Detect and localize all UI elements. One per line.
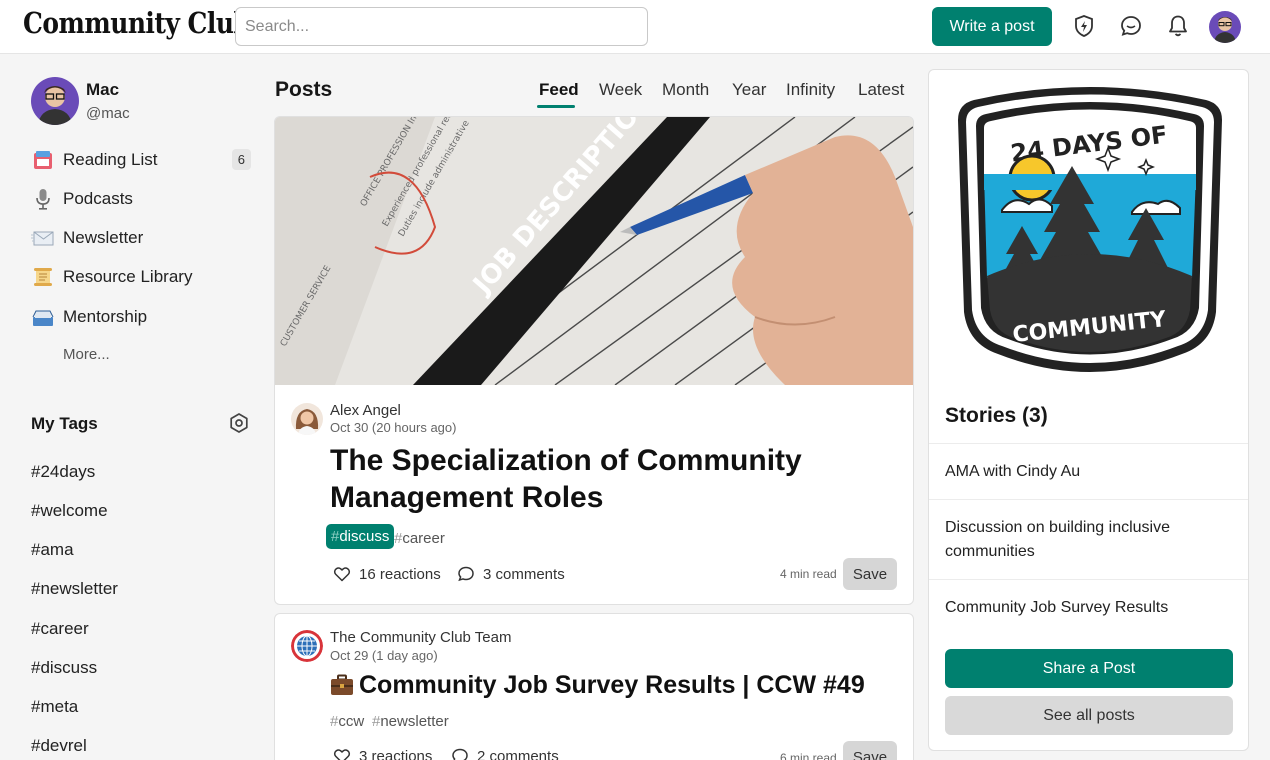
read-time: 6 min read [780, 751, 837, 760]
author-avatar[interactable] [291, 630, 323, 662]
tab-year[interactable]: Year [732, 80, 766, 100]
post-date: Oct 30 (20 hours ago) [330, 420, 457, 435]
tag-link[interactable]: #welcome [31, 501, 108, 521]
comments-button[interactable]: 2 comments [451, 747, 559, 760]
reactions-button[interactable]: 3 reactions [333, 747, 432, 760]
tag-newsletter[interactable]: #newsletter [372, 713, 449, 730]
comment-icon [458, 566, 474, 582]
comments-button[interactable]: 3 comments [457, 565, 565, 583]
sidebar-item-resource-library[interactable]: Resource Library [31, 262, 251, 292]
story-item[interactable]: Community Job Survey Results [929, 579, 1248, 639]
tag-link[interactable]: #newsletter [31, 579, 118, 599]
heart-icon [333, 749, 351, 760]
chat-icon[interactable] [1118, 13, 1144, 39]
post-card[interactable]: The Community Club Team Oct 29 (1 day ag… [274, 613, 914, 760]
profile-name[interactable]: Mac [86, 80, 119, 100]
scroll-icon [34, 268, 52, 286]
save-button[interactable]: Save [843, 741, 897, 760]
profile-handle: @mac [86, 105, 130, 122]
inbox-tray-icon [32, 310, 54, 326]
sidebar-item-newsletter[interactable]: Newsletter [31, 223, 251, 253]
tag-discuss[interactable]: #discuss [326, 524, 395, 549]
top-header: Community Club Write a post [0, 0, 1270, 54]
read-time: 4 min read [780, 567, 837, 581]
community-badge-image[interactable]: 24 DAYS OF COMMUNITY [954, 82, 1226, 382]
share-post-button[interactable]: Share a Post [945, 649, 1233, 688]
active-tab-indicator [537, 105, 575, 108]
author-avatar[interactable] [291, 403, 323, 435]
sidebar-item-mentorship[interactable]: Mentorship [31, 302, 251, 332]
sidebar-item-podcasts[interactable]: Podcasts [31, 184, 251, 214]
post-title[interactable]: Community Job Survey Results | CCW #49 [359, 671, 865, 700]
bell-icon[interactable] [1165, 13, 1191, 39]
post-cover-image[interactable]: OFFICE PROFESSION Immediate Sta Experien… [275, 117, 913, 385]
sidebar-item-label: Mentorship [63, 307, 148, 326]
lightning-shield-icon[interactable] [1071, 13, 1097, 39]
site-logo[interactable]: Community Club [23, 6, 251, 40]
tab-latest[interactable]: Latest [858, 80, 904, 100]
posts-heading: Posts [275, 78, 333, 101]
write-post-button[interactable]: Write a post [932, 7, 1052, 46]
sidebar-item-label: Resource Library [63, 267, 193, 286]
author-name[interactable]: The Community Club Team [330, 629, 511, 646]
envelope-icon [31, 231, 54, 246]
sidebar-item-label: Newsletter [63, 228, 144, 247]
see-all-posts-button[interactable]: See all posts [945, 696, 1233, 735]
tag-link[interactable]: #meta [31, 697, 78, 717]
tab-month[interactable]: Month [662, 80, 709, 100]
tag-ccw[interactable]: #ccw [330, 713, 364, 730]
briefcase-icon [331, 674, 353, 695]
tab-feed[interactable]: Feed [539, 80, 579, 100]
story-item[interactable]: AMA with Cindy Au [929, 443, 1248, 499]
story-item[interactable]: Discussion on building inclusive communi… [929, 499, 1248, 579]
stories-heading: Stories (3) [945, 404, 1048, 427]
post-date: Oct 29 (1 day ago) [330, 648, 438, 663]
post-card[interactable]: OFFICE PROFESSION Immediate Sta Experien… [274, 116, 914, 605]
search-input[interactable] [235, 7, 648, 46]
reading-list-icon [34, 151, 52, 169]
save-button[interactable]: Save [843, 558, 897, 590]
sidebar-item-label: Reading List [63, 150, 158, 169]
author-name[interactable]: Alex Angel [330, 402, 401, 419]
post-title[interactable]: Management Roles [330, 481, 603, 515]
tag-link[interactable]: #career [31, 619, 89, 639]
comment-icon [452, 748, 468, 760]
tag-link[interactable]: #24days [31, 462, 95, 482]
my-tags-heading: My Tags [31, 414, 98, 433]
tag-link[interactable]: #ama [31, 540, 74, 560]
gear-icon[interactable] [228, 412, 250, 434]
reading-list-count-badge: 6 [231, 149, 251, 170]
reactions-button[interactable]: 16 reactions [333, 565, 441, 583]
user-avatar[interactable] [1209, 11, 1241, 43]
tag-link[interactable]: #devrel [31, 736, 87, 756]
sidebar-item-label: Podcasts [63, 189, 133, 208]
tab-infinity[interactable]: Infinity [786, 80, 835, 100]
profile-avatar[interactable] [31, 77, 79, 125]
tab-week[interactable]: Week [599, 80, 642, 100]
more-link[interactable]: More... [63, 346, 110, 363]
sidebar-item-reading-list[interactable]: Reading List 6 [31, 145, 251, 175]
tag-link[interactable]: #discuss [31, 658, 97, 678]
tag-career[interactable]: #career [394, 530, 445, 547]
microphone-icon [36, 189, 50, 210]
heart-icon [333, 567, 351, 582]
post-title[interactable]: The Specialization of Community [330, 444, 802, 478]
right-sidebar-panel: 24 DAYS OF COMMUNITY Stories (3) AMA wit… [928, 69, 1249, 751]
